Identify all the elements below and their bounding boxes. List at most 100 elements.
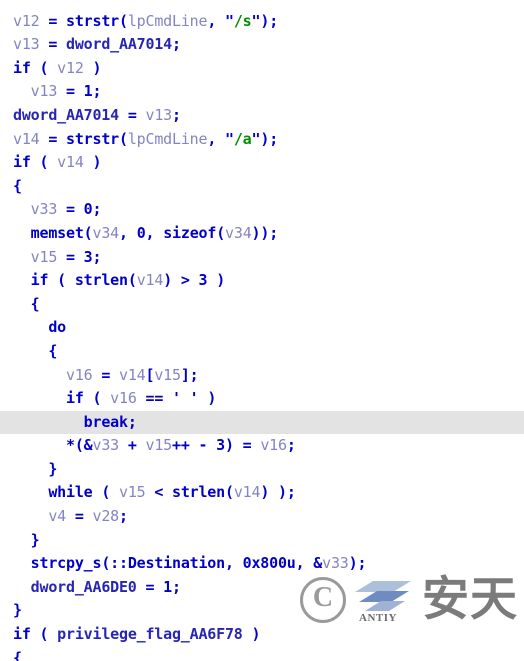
code-token: , (145, 223, 164, 242)
code-token: privilege_flag_AA6F78 (57, 625, 243, 644)
code-token: (:: (101, 554, 128, 573)
code-token: while (48, 483, 93, 502)
code-token: , (119, 223, 137, 242)
code-token: sizeof (163, 223, 217, 242)
code-token: v13 (145, 105, 172, 124)
code-token: v33 (92, 436, 120, 455)
code-token: v33 (30, 200, 58, 219)
code-line[interactable]: } (0, 458, 524, 482)
code-line-text: v33 = 0; (0, 198, 102, 222)
code-line[interactable]: if ( privilege_flag_AA6F78 ) (0, 623, 524, 647)
code-line[interactable]: do (0, 316, 524, 340)
code-token: " (225, 11, 234, 30)
code-line[interactable]: v15 = 3; (0, 246, 524, 270)
code-token: if (13, 58, 31, 77)
code-token: ); (260, 129, 279, 148)
code-token: 0 (136, 223, 146, 242)
code-token: if (30, 271, 49, 290)
code-token: strstr (66, 11, 119, 30)
code-token: ' ' (172, 389, 199, 408)
code-line-text: while ( v15 < strlen(v14) ); (0, 481, 296, 505)
code-token: v14 (136, 271, 164, 290)
code-line[interactable]: { (0, 340, 524, 364)
code-token: v14 (13, 129, 40, 148)
code-token: ) (242, 625, 261, 644)
code-line[interactable]: if ( v14 ) (0, 151, 524, 175)
code-token: ( (30, 625, 58, 644)
code-token: ( (30, 153, 58, 172)
code-token: { (13, 176, 22, 195)
code-token: { (13, 648, 22, 661)
code-line-text: if ( strlen(v14) > 3 ) (0, 269, 226, 293)
code-token: ; (127, 412, 137, 431)
code-token: ; (119, 507, 128, 526)
code-line[interactable]: while ( v15 < strlen(v14) ); (0, 481, 524, 505)
code-line[interactable]: v13 = dword_AA7014; (0, 33, 524, 57)
code-line[interactable]: *(&v33 + v15++ - 3) = v16; (0, 434, 524, 458)
code-line[interactable]: dword_AA6DE0 = 1; (0, 576, 524, 600)
code-token: = (39, 11, 66, 30)
code-token: v15 (145, 436, 173, 455)
code-token: strlen (171, 483, 225, 502)
code-token: ]; (180, 365, 199, 384)
code-line-text: { (0, 647, 22, 661)
code-line-text: dword_AA6DE0 = 1; (0, 576, 181, 600)
code-line[interactable]: strcpy_s(::Destination, 0x800u, &v33); (0, 552, 524, 576)
code-token: , & (295, 554, 323, 573)
code-token: = (92, 365, 119, 384)
code-token: /a (233, 129, 252, 148)
code-token: strlen (74, 271, 128, 290)
code-line[interactable]: dword_AA7014 = v13; (0, 104, 524, 128)
code-line-text: v15 = 3; (0, 246, 102, 270)
code-line[interactable]: if ( strlen(v14) > 3 ) (0, 269, 524, 293)
code-line[interactable] (0, 0, 524, 10)
code-token: ++ - (172, 436, 217, 455)
code-line[interactable]: } (0, 529, 524, 553)
code-line[interactable]: v14 = strstr(lpCmdLine, "/a"); (0, 128, 524, 152)
code-line[interactable]: if ( v16 == ' ' ) (0, 387, 524, 411)
code-token: = (57, 247, 84, 266)
code-token: ( (224, 483, 234, 502)
code-line[interactable]: { (0, 647, 524, 661)
code-token: v4 (48, 507, 66, 526)
code-token: ; (92, 247, 102, 266)
code-token: lpCmdLine (127, 129, 208, 148)
code-line[interactable]: memset(v34, 0, sizeof(v34)); (0, 222, 524, 246)
code-token: , (224, 554, 243, 573)
code-token: Destination (127, 554, 225, 573)
code-token: v34 (225, 223, 252, 242)
code-token: = (57, 82, 84, 101)
code-line[interactable]: } (0, 599, 524, 623)
code-line-highlighted[interactable]: break; (0, 410, 524, 435)
code-token: lpCmdLine (127, 11, 208, 30)
code-line[interactable]: v4 = v28; (0, 505, 524, 529)
code-token: ) > (163, 271, 199, 290)
code-token: ; (171, 105, 181, 124)
code-token: ( (127, 271, 137, 290)
code-line[interactable]: v16 = v14[v15]; (0, 364, 524, 388)
code-token: } (30, 530, 40, 549)
code-token: 0 (83, 200, 93, 219)
pseudocode-listing[interactable]: v12 = strstr(lpCmdLine, "/s"); v13 = dwor… (0, 0, 524, 661)
code-token: v13 (30, 82, 58, 101)
code-line-text: } (0, 458, 57, 482)
code-token: v15 (154, 365, 181, 384)
code-token: *(& (66, 436, 93, 455)
code-token: if (13, 625, 31, 644)
code-token: ( (83, 223, 93, 242)
code-line-text: v16 = v14[v15]; (0, 364, 199, 388)
code-token: = (39, 129, 66, 148)
code-line[interactable]: v13 = 1; (0, 80, 524, 104)
code-token: ); (348, 554, 367, 573)
code-line-text: if ( v16 == ' ' ) (0, 387, 216, 411)
code-line-text: do (0, 316, 66, 340)
code-token: v16 (260, 436, 287, 455)
code-line[interactable]: if ( v12 ) (0, 57, 524, 81)
code-line[interactable]: { (0, 293, 524, 317)
code-line[interactable]: v33 = 0; (0, 198, 524, 222)
code-line[interactable]: { (0, 175, 524, 199)
code-token: dword_AA6DE0 (30, 577, 137, 596)
code-line[interactable]: v12 = strstr(lpCmdLine, "/s"); (0, 10, 524, 34)
code-token: memset (30, 223, 84, 242)
code-token: ; (172, 577, 181, 596)
